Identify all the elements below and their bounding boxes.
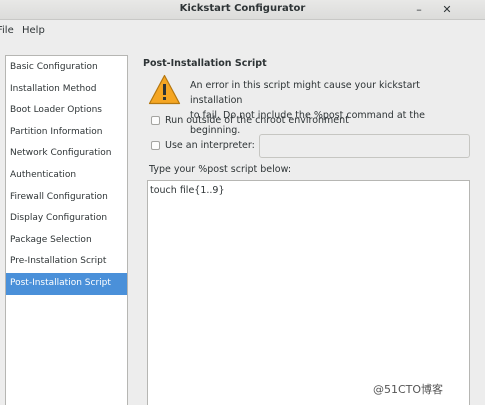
- menu-bar: File Help: [0, 20, 485, 42]
- sidebar-item-boot-loader-options[interactable]: Boot Loader Options: [6, 100, 127, 122]
- sidebar-item-package-selection[interactable]: Package Selection: [6, 230, 127, 252]
- sidebar-item-firewall-configuration[interactable]: Firewall Configuration: [6, 187, 127, 209]
- chroot-checkbox-label[interactable]: Run outside of the chroot environment: [165, 115, 349, 126]
- post-script-textarea[interactable]: touch file{1..9}: [147, 180, 470, 405]
- warning-line-1: An error in this script might cause your…: [190, 80, 421, 106]
- interpreter-checkbox-label[interactable]: Use an interpreter:: [165, 140, 255, 151]
- sidebar-item-network-configuration[interactable]: Network Configuration: [6, 143, 127, 165]
- watermark: @51CTO博客: [373, 383, 444, 396]
- interpreter-checkbox[interactable]: [151, 141, 160, 150]
- sidebar-item-installation-method[interactable]: Installation Method: [6, 79, 127, 101]
- warning-triangle-icon: [148, 74, 181, 105]
- title-bar: Kickstart Configurator – ✕: [0, 0, 485, 20]
- page-title: Post-Installation Script: [143, 58, 267, 69]
- menu-file[interactable]: File: [0, 25, 14, 36]
- menu-help[interactable]: Help: [22, 25, 45, 36]
- warning-message: An error in this script might cause your…: [190, 78, 475, 138]
- sidebar-item-post-installation-script[interactable]: Post-Installation Script: [6, 273, 127, 295]
- sidebar-item-partition-information[interactable]: Partition Information: [6, 122, 127, 144]
- script-label: Type your %post script below:: [149, 164, 292, 175]
- sidebar: Basic Configuration Installation Method …: [5, 55, 128, 405]
- close-button[interactable]: ✕: [439, 2, 455, 18]
- sidebar-item-display-configuration[interactable]: Display Configuration: [6, 208, 127, 230]
- sidebar-item-authentication[interactable]: Authentication: [6, 165, 127, 187]
- interpreter-input[interactable]: [259, 134, 470, 158]
- chroot-checkbox[interactable]: [151, 116, 160, 125]
- sidebar-item-basic-configuration[interactable]: Basic Configuration: [6, 57, 127, 79]
- sidebar-item-pre-installation-script[interactable]: Pre-Installation Script: [6, 251, 127, 273]
- minimize-button[interactable]: –: [411, 2, 427, 18]
